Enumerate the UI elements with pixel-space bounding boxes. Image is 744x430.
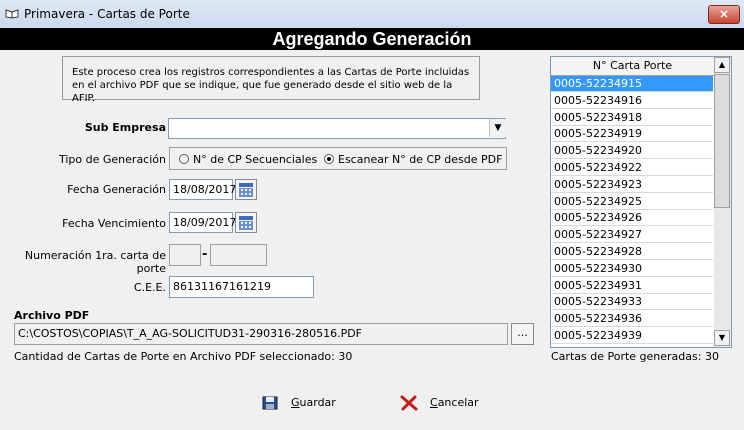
radio-escanear-label[interactable]: Escanear N° de CP desde PDF bbox=[338, 153, 502, 166]
list-item[interactable]: 0005-52234936 bbox=[551, 311, 713, 328]
fecha-vencimiento-label: Fecha Vencimiento bbox=[62, 217, 166, 230]
radio-secuenciales[interactable] bbox=[179, 154, 189, 164]
list-item[interactable]: 0005-52234918 bbox=[551, 110, 713, 126]
cee-input[interactable]: 86131167161219 bbox=[169, 276, 314, 298]
carta-porte-list[interactable]: N° Carta Porte 0005-52234915 0005-5223491… bbox=[550, 56, 732, 348]
chevron-down-icon[interactable]: ▼ bbox=[489, 119, 506, 137]
cantidad-status: Cantidad de Cartas de Porte en Archivo P… bbox=[14, 350, 353, 363]
list-item[interactable]: 0005-52234939 bbox=[551, 328, 713, 344]
guardar-mnemonic: G bbox=[291, 396, 300, 409]
info-text: Este proceso crea los registros correspo… bbox=[72, 66, 472, 105]
browse-button[interactable]: ... bbox=[511, 323, 534, 345]
scroll-down-icon[interactable]: ▼ bbox=[714, 330, 730, 346]
guardar-button[interactable]: Guardar bbox=[262, 392, 342, 414]
numeracion-separator: - bbox=[202, 247, 208, 262]
list-item[interactable]: 0005-52234931 bbox=[551, 278, 713, 294]
list-item[interactable]: 0005-52234930 bbox=[551, 261, 713, 277]
scroll-thumb[interactable] bbox=[714, 74, 730, 208]
fecha-generacion-label: Fecha Generación bbox=[67, 183, 166, 196]
radio-escanear[interactable] bbox=[324, 154, 334, 164]
save-icon bbox=[262, 396, 278, 410]
list-item[interactable]: 0005-52234928 bbox=[551, 244, 713, 260]
guardar-label: uardar bbox=[299, 396, 336, 409]
fecha-vencimiento-input[interactable]: 18/09/2017 bbox=[169, 212, 236, 233]
cee-label: C.E.E. bbox=[133, 281, 166, 294]
numeracion-numero-input[interactable] bbox=[210, 244, 267, 266]
radio-secuenciales-label[interactable]: N° de CP Secuenciales bbox=[193, 153, 317, 166]
list-item[interactable]: 0005-52234925 bbox=[551, 194, 713, 210]
numeracion-label: Numeración 1ra. carta de porte bbox=[24, 249, 166, 275]
cancel-x-icon bbox=[400, 395, 418, 411]
generated-status: Cartas de Porte generadas: 30 bbox=[551, 350, 719, 363]
info-line-2: en el archivo PDF que se indique, que fu… bbox=[72, 80, 453, 104]
list-item[interactable]: 0005-52234919 bbox=[551, 126, 713, 143]
archivo-pdf-input[interactable]: C:\COSTOS\COPIAS\T_A_AG-SOLICITUD31-2903… bbox=[14, 323, 508, 345]
scroll-up-icon[interactable]: ▲ bbox=[714, 57, 730, 73]
vertical-scrollbar[interactable]: ▲ ▼ bbox=[714, 57, 731, 347]
sub-empresa-select[interactable] bbox=[168, 118, 506, 139]
app-book-icon bbox=[5, 9, 19, 19]
list-item[interactable]: 0005-52234923 bbox=[551, 177, 713, 193]
list-item[interactable]: 0005-52234933 bbox=[551, 294, 713, 311]
archivo-pdf-label: Archivo PDF bbox=[14, 309, 90, 322]
title-bar: Primavera - Cartas de Porte × bbox=[0, 0, 744, 29]
list-item[interactable]: 0005-52234920 bbox=[551, 143, 713, 160]
list-item[interactable]: 0005-52234916 bbox=[551, 93, 713, 109]
list-item[interactable]: 0005-52234922 bbox=[551, 160, 713, 176]
sub-empresa-label: Sub Empresa bbox=[84, 121, 166, 134]
info-line-1: Este proceso crea los registros correspo… bbox=[72, 67, 470, 78]
tipo-generacion-label: Tipo de Generación bbox=[59, 153, 166, 166]
list-item[interactable]: 0005-52234926 bbox=[551, 210, 713, 227]
calendar-icon[interactable] bbox=[235, 179, 257, 200]
window-title: Primavera - Cartas de Porte bbox=[24, 7, 190, 21]
fecha-generacion-input[interactable]: 18/08/2017 bbox=[169, 179, 236, 200]
calendar-icon[interactable] bbox=[235, 212, 257, 233]
cancelar-label: ancelar bbox=[437, 396, 479, 409]
list-item[interactable]: 0005-52234927 bbox=[551, 227, 713, 244]
cancelar-mnemonic: C bbox=[430, 396, 438, 409]
list-item[interactable]: 0005-52234915 bbox=[551, 76, 713, 92]
list-column-header[interactable]: N° Carta Porte bbox=[551, 57, 715, 76]
close-button[interactable]: × bbox=[708, 5, 740, 24]
cancelar-button[interactable]: Cancelar bbox=[400, 392, 490, 414]
numeracion-prefijo-input[interactable] bbox=[169, 244, 201, 266]
page-title: Agregando Generación bbox=[0, 28, 744, 50]
